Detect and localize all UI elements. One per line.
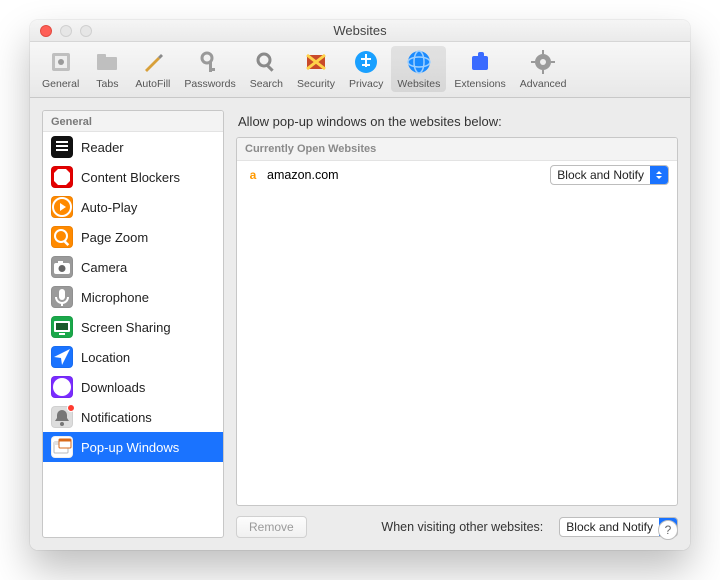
- toolbar-advanced[interactable]: Advanced: [514, 46, 573, 92]
- content-blockers-icon: [51, 166, 73, 188]
- toolbar-label: Privacy: [349, 78, 383, 90]
- other-websites-label: When visiting other websites:: [381, 520, 543, 534]
- site-policy-select[interactable]: Block and Notify: [550, 165, 669, 185]
- titlebar: Websites: [30, 20, 690, 42]
- camera-icon: [51, 256, 73, 278]
- toolbar-label: Search: [250, 78, 283, 90]
- footer-bar: Remove When visiting other websites: Blo…: [236, 516, 678, 538]
- remove-label: Remove: [249, 520, 294, 534]
- downloads-icon: [51, 376, 73, 398]
- sidebar-item-microphone[interactable]: Microphone: [43, 282, 223, 312]
- sidebar: General Reader Content Blockers Auto-Play P…: [42, 110, 224, 538]
- preferences-window: Websites General Tabs AutoFill Passwor: [30, 20, 690, 550]
- globe-icon: [405, 48, 433, 76]
- toolbar-label: Extensions: [454, 78, 505, 90]
- toolbar-websites[interactable]: Websites: [391, 46, 446, 92]
- toolbar-label: Tabs: [96, 78, 118, 90]
- sidebar-item-screen-sharing[interactable]: Screen Sharing: [43, 312, 223, 342]
- sidebar-item-label: Microphone: [81, 290, 149, 305]
- toolbar-label: AutoFill: [135, 78, 170, 90]
- page-zoom-icon: [51, 226, 73, 248]
- toolbar-extensions[interactable]: Extensions: [448, 46, 511, 92]
- toolbar-label: Advanced: [520, 78, 567, 90]
- table-header: Currently Open Websites: [237, 138, 677, 161]
- sidebar-item-notifications[interactable]: Notifications: [43, 402, 223, 432]
- sidebar-item-label: Reader: [81, 140, 124, 155]
- main-panel: Allow pop-up windows on the websites bel…: [236, 110, 678, 538]
- sidebar-item-label: Auto-Play: [81, 200, 137, 215]
- general-icon: [47, 48, 75, 76]
- microphone-icon: [51, 286, 73, 308]
- sidebar-item-reader[interactable]: Reader: [43, 132, 223, 162]
- sidebar-item-downloads[interactable]: Downloads: [43, 372, 223, 402]
- table-body: a amazon.com Block and Notify: [237, 161, 677, 505]
- screen-sharing-icon: [51, 316, 73, 338]
- security-icon: [302, 48, 330, 76]
- tabs-icon: [93, 48, 121, 76]
- notification-badge: [67, 404, 75, 412]
- popup-windows-icon: [51, 436, 73, 458]
- site-name: amazon.com: [267, 168, 339, 182]
- key-icon: [196, 48, 224, 76]
- chevron-updown-icon: [650, 166, 668, 184]
- websites-table: Currently Open Websites a amazon.com Block…: [236, 137, 678, 506]
- sidebar-list: Reader Content Blockers Auto-Play Page Zoom…: [43, 132, 223, 537]
- sidebar-item-content-blockers[interactable]: Content Blockers: [43, 162, 223, 192]
- sidebar-item-label: Downloads: [81, 380, 145, 395]
- toolbar-label: General: [42, 78, 79, 90]
- toolbar-tabs[interactable]: Tabs: [87, 46, 127, 92]
- location-icon: [51, 346, 73, 368]
- toolbar-autofill[interactable]: AutoFill: [129, 46, 176, 92]
- window-title: Websites: [30, 23, 690, 38]
- gear-icon: [529, 48, 557, 76]
- sidebar-item-label: Camera: [81, 260, 127, 275]
- sidebar-item-page-zoom[interactable]: Page Zoom: [43, 222, 223, 252]
- sidebar-item-label: Screen Sharing: [81, 320, 171, 335]
- privacy-icon: [352, 48, 380, 76]
- toolbar-label: Websites: [397, 78, 440, 90]
- autofill-icon: [139, 48, 167, 76]
- sidebar-item-popup-windows[interactable]: Pop-up Windows: [43, 432, 223, 462]
- sidebar-item-label: Page Zoom: [81, 230, 148, 245]
- toolbar-label: Passwords: [184, 78, 235, 90]
- toolbar-privacy[interactable]: Privacy: [343, 46, 389, 92]
- sidebar-header: General: [43, 111, 223, 132]
- content-area: General Reader Content Blockers Auto-Play P…: [30, 98, 690, 550]
- select-value: Block and Notify: [551, 168, 650, 182]
- auto-play-icon: [51, 196, 73, 218]
- sidebar-item-auto-play[interactable]: Auto-Play: [43, 192, 223, 222]
- sidebar-item-label: Notifications: [81, 410, 152, 425]
- reader-icon: [51, 136, 73, 158]
- sidebar-item-label: Pop-up Windows: [81, 440, 179, 455]
- sidebar-item-label: Location: [81, 350, 130, 365]
- toolbar-label: Security: [297, 78, 335, 90]
- search-icon: [252, 48, 280, 76]
- sidebar-item-location[interactable]: Location: [43, 342, 223, 372]
- preferences-toolbar: General Tabs AutoFill Passwords Search: [30, 42, 690, 98]
- sidebar-item-camera[interactable]: Camera: [43, 252, 223, 282]
- toolbar-passwords[interactable]: Passwords: [178, 46, 241, 92]
- sidebar-item-label: Content Blockers: [81, 170, 180, 185]
- help-button[interactable]: ?: [658, 520, 678, 540]
- site-favicon: a: [245, 167, 261, 183]
- help-label: ?: [665, 523, 672, 537]
- extensions-icon: [466, 48, 494, 76]
- toolbar-general[interactable]: General: [36, 46, 85, 92]
- website-row[interactable]: a amazon.com Block and Notify: [237, 161, 677, 189]
- main-heading: Allow pop-up windows on the websites bel…: [238, 114, 676, 129]
- remove-button[interactable]: Remove: [236, 516, 307, 538]
- site-cell: a amazon.com: [245, 167, 339, 183]
- select-value: Block and Notify: [560, 520, 659, 534]
- toolbar-security[interactable]: Security: [291, 46, 341, 92]
- toolbar-search[interactable]: Search: [244, 46, 289, 92]
